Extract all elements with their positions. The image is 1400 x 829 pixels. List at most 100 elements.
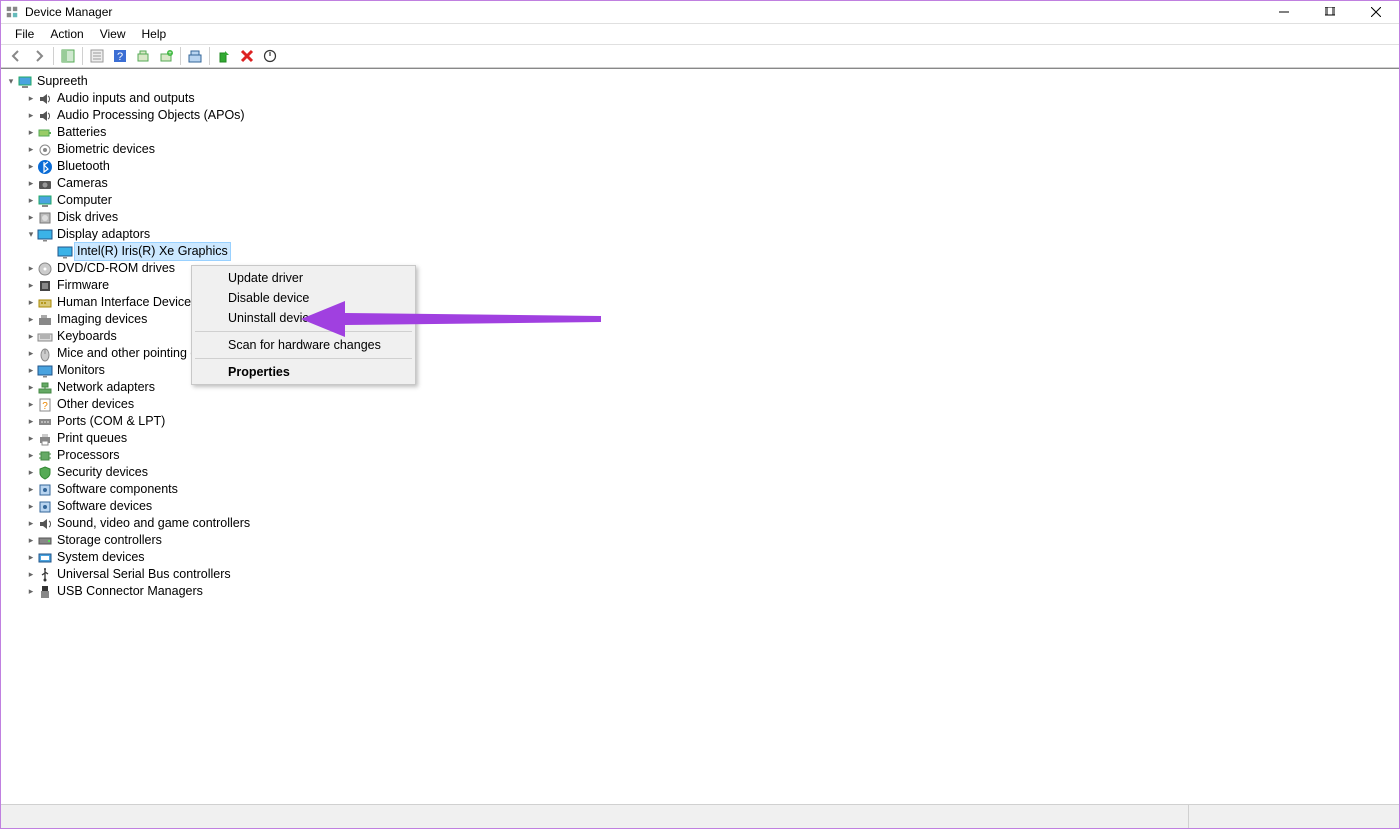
device-tree-area[interactable]: ▾Supreeth▸Audio inputs and outputs▸Audio… — [1, 68, 1399, 804]
chevron-down-icon[interactable]: ▾ — [5, 73, 17, 90]
context-menu-item[interactable]: Uninstall device — [194, 308, 413, 328]
statusbar-panel-left — [1, 805, 1189, 828]
chevron-right-icon[interactable]: ▸ — [25, 481, 37, 498]
tree-label: Processors — [57, 447, 120, 464]
close-button[interactable] — [1353, 1, 1399, 24]
chevron-right-icon[interactable]: ▸ — [25, 90, 37, 107]
tree-row[interactable]: ▸Bluetooth — [3, 158, 1397, 175]
tree-row[interactable]: ▸Sound, video and game controllers — [3, 515, 1397, 532]
tree-label: Monitors — [57, 362, 105, 379]
chevron-right-icon[interactable]: ▸ — [25, 515, 37, 532]
tree-label: Other devices — [57, 396, 134, 413]
menu-view[interactable]: View — [92, 25, 134, 43]
tree-row[interactable]: Intel(R) Iris(R) Xe Graphics — [3, 243, 1397, 260]
tree-row[interactable]: ▾Supreeth — [3, 73, 1397, 90]
tree-label: USB Connector Managers — [57, 583, 203, 600]
chevron-right-icon[interactable]: ▸ — [25, 549, 37, 566]
tree-row[interactable]: ▸Storage controllers — [3, 532, 1397, 549]
statusbar-panel-right — [1189, 805, 1399, 828]
chevron-right-icon[interactable]: ▸ — [25, 464, 37, 481]
toolbar-uninstall-device-button[interactable] — [236, 46, 258, 66]
tree-row[interactable]: ▸Audio Processing Objects (APOs) — [3, 107, 1397, 124]
chevron-right-icon[interactable]: ▸ — [25, 362, 37, 379]
chevron-right-icon[interactable]: ▸ — [25, 311, 37, 328]
chevron-right-icon[interactable]: ▸ — [25, 379, 37, 396]
chevron-right-icon[interactable]: ▸ — [25, 294, 37, 311]
toolbar-enable-device-button[interactable] — [213, 46, 235, 66]
tree-label: Firmware — [57, 277, 109, 294]
chevron-right-icon[interactable]: ▸ — [25, 413, 37, 430]
chevron-right-icon[interactable]: ▸ — [25, 209, 37, 226]
toolbar-properties-button[interactable] — [86, 46, 108, 66]
tree-row[interactable]: ▸Audio inputs and outputs — [3, 90, 1397, 107]
chevron-right-icon[interactable]: ▸ — [25, 158, 37, 175]
tree-row[interactable]: ▸?Other devices — [3, 396, 1397, 413]
chevron-right-icon[interactable]: ▸ — [25, 277, 37, 294]
bluetooth-icon — [37, 159, 53, 175]
tree-row[interactable]: ▸Computer — [3, 192, 1397, 209]
menu-action[interactable]: Action — [42, 25, 91, 43]
chevron-right-icon[interactable]: ▸ — [25, 328, 37, 345]
toolbar-update-driver-button[interactable] — [184, 46, 206, 66]
toolbar-back-button[interactable] — [5, 46, 27, 66]
minimize-button[interactable] — [1261, 1, 1307, 24]
keyboard-icon — [37, 329, 53, 345]
context-menu-item[interactable]: Disable device — [194, 288, 413, 308]
tree-row[interactable]: ▸Biometric devices — [3, 141, 1397, 158]
context-menu-item[interactable]: Scan for hardware changes — [194, 335, 413, 355]
toolbar-disable-device-button[interactable] — [259, 46, 281, 66]
tree-label: Cameras — [57, 175, 108, 192]
monitor-icon — [37, 363, 53, 379]
chevron-right-icon[interactable]: ▸ — [25, 532, 37, 549]
tree-row[interactable]: ▸Security devices — [3, 464, 1397, 481]
chevron-down-icon[interactable]: ▾ — [25, 226, 37, 243]
window-controls — [1261, 1, 1399, 24]
audio-icon — [37, 91, 53, 107]
tree-label: Keyboards — [57, 328, 117, 345]
context-menu-item[interactable]: Properties — [194, 362, 413, 382]
tree-row[interactable]: ▸Software components — [3, 481, 1397, 498]
menubar: File Action View Help — [1, 24, 1399, 45]
context-menu-item[interactable]: Update driver — [194, 268, 413, 288]
chevron-right-icon[interactable]: ▸ — [25, 583, 37, 600]
menu-file[interactable]: File — [7, 25, 42, 43]
chevron-right-icon[interactable]: ▸ — [25, 260, 37, 277]
tree-row[interactable]: ▸Disk drives — [3, 209, 1397, 226]
window-title: Device Manager — [25, 5, 1261, 19]
chevron-right-icon[interactable]: ▸ — [25, 430, 37, 447]
tree-row[interactable]: ▸Software devices — [3, 498, 1397, 515]
tree-row[interactable]: ▸ Processors — [3, 447, 1397, 464]
toolbar-show-hide-button[interactable] — [57, 46, 79, 66]
tree-row[interactable]: ▸System devices — [3, 549, 1397, 566]
tree-row[interactable]: ▸ Print queues — [3, 430, 1397, 447]
sound-icon — [37, 516, 53, 532]
tree-label: Batteries — [57, 124, 106, 141]
tree-row[interactable]: ▸ USB Connector Managers — [3, 583, 1397, 600]
system-icon — [37, 550, 53, 566]
menu-help[interactable]: Help — [134, 25, 175, 43]
tree-row[interactable]: ▾Display adaptors — [3, 226, 1397, 243]
tree-row[interactable]: ▸ Batteries — [3, 124, 1397, 141]
tree-row[interactable]: ▸ Cameras — [3, 175, 1397, 192]
chevron-right-icon[interactable]: ▸ — [25, 396, 37, 413]
chevron-right-icon[interactable]: ▸ — [25, 141, 37, 158]
chevron-right-icon[interactable]: ▸ — [25, 175, 37, 192]
maximize-button[interactable] — [1307, 1, 1353, 24]
toolbar-scan-button[interactable] — [132, 46, 154, 66]
tree-label: Print queues — [57, 430, 127, 447]
software-icon — [37, 482, 53, 498]
chevron-right-icon[interactable]: ▸ — [25, 192, 37, 209]
chevron-right-icon[interactable]: ▸ — [25, 447, 37, 464]
chevron-right-icon[interactable]: ▸ — [25, 345, 37, 362]
toolbar-help-button[interactable]: ? — [109, 46, 131, 66]
chevron-right-icon[interactable]: ▸ — [25, 566, 37, 583]
toolbar-forward-button[interactable] — [28, 46, 50, 66]
chevron-right-icon[interactable]: ▸ — [25, 124, 37, 141]
other-icon: ? — [37, 397, 53, 413]
toolbar-add-legacy-button[interactable]: + — [155, 46, 177, 66]
display-icon — [57, 244, 73, 260]
chevron-right-icon[interactable]: ▸ — [25, 498, 37, 515]
tree-row[interactable]: ▸Universal Serial Bus controllers — [3, 566, 1397, 583]
chevron-right-icon[interactable]: ▸ — [25, 107, 37, 124]
tree-row[interactable]: ▸Ports (COM & LPT) — [3, 413, 1397, 430]
